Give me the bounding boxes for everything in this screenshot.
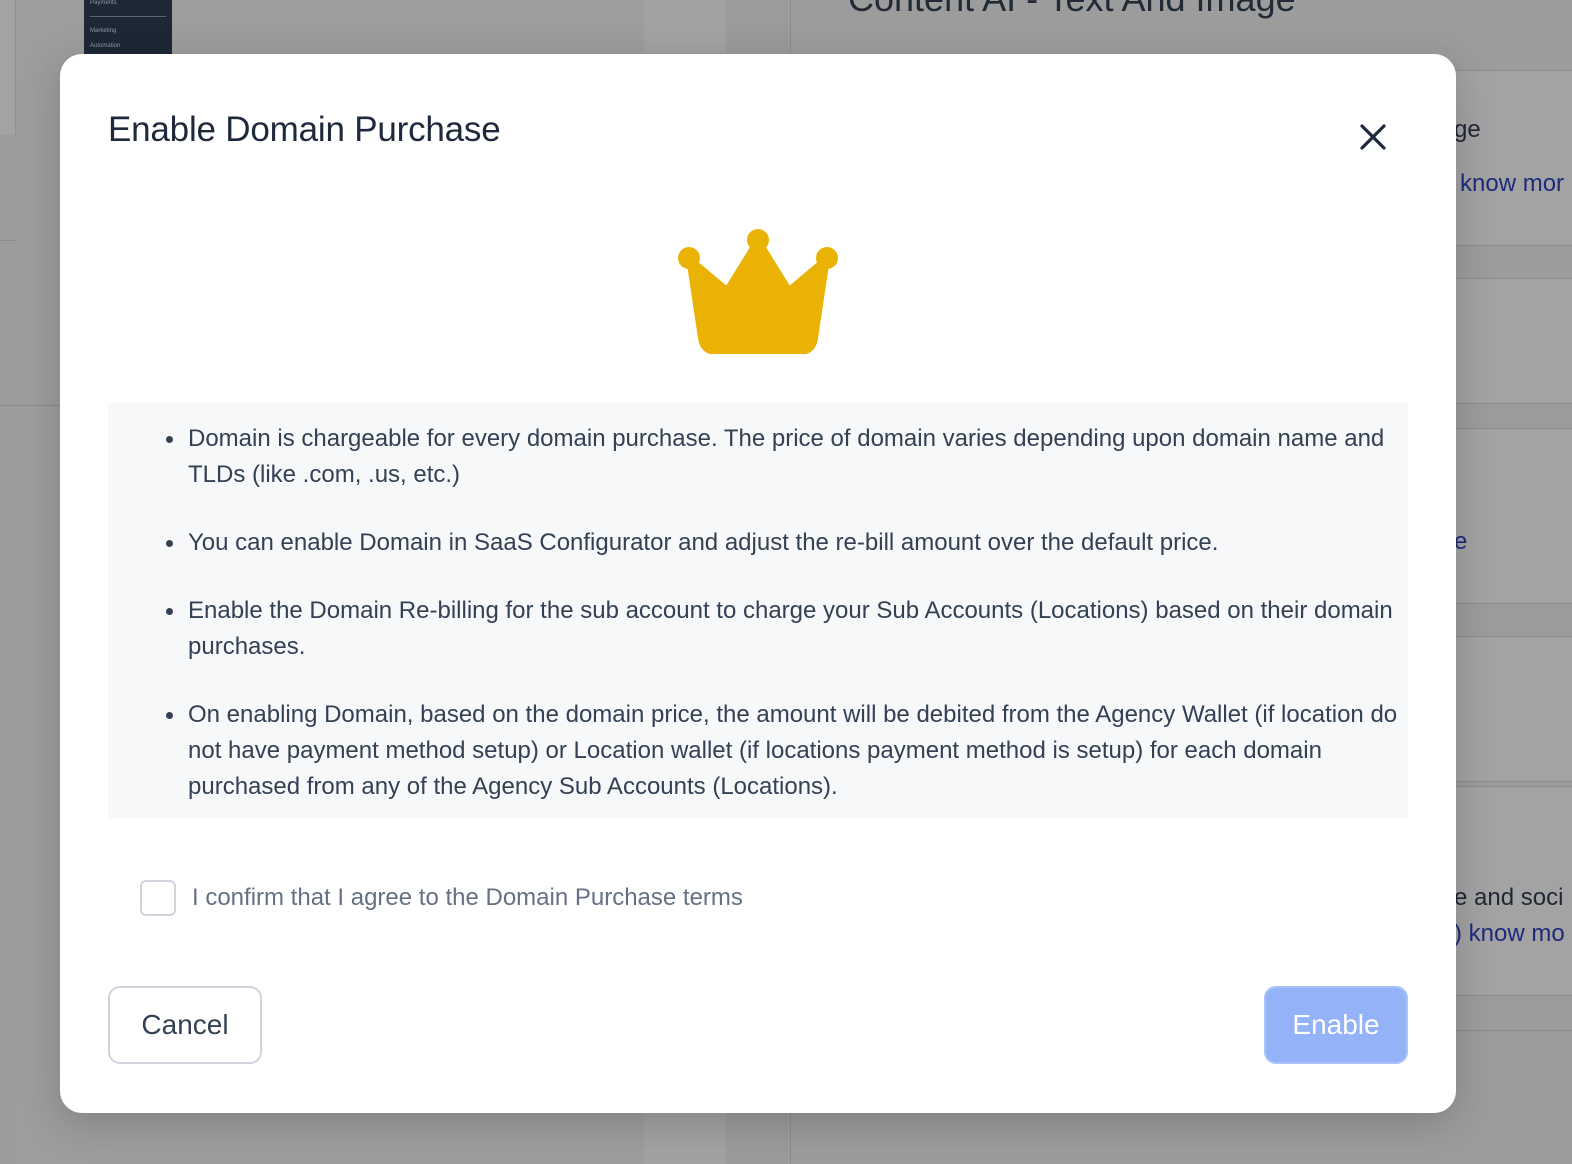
background-card (1440, 428, 1572, 604)
background-left-strip (0, 0, 16, 135)
crown-icon (678, 229, 838, 354)
close-icon (1360, 124, 1386, 150)
background-divider (0, 405, 60, 406)
close-button[interactable] (1353, 117, 1393, 157)
terms-list-item: You can enable Domain in SaaS Configurat… (166, 525, 1398, 561)
background-link: e (1454, 528, 1468, 555)
confirm-terms-label[interactable]: I confirm that I agree to the Domain Pur… (192, 884, 743, 912)
confirm-terms-row[interactable]: I confirm that I agree to the Domain Pur… (140, 880, 743, 916)
modal-title: Enable Domain Purchase (108, 110, 501, 149)
background-link: know mor (1460, 170, 1565, 197)
enable-domain-purchase-modal: Enable Domain Purchase Domain is chargea… (60, 54, 1456, 1113)
terms-list-item: Domain is chargeable for every domain pu… (166, 421, 1398, 493)
background-nav-item: Automation (90, 43, 121, 49)
enable-button[interactable]: Enable (1264, 986, 1408, 1064)
background-snippet: e and soci (1454, 884, 1564, 911)
background-divider (1440, 1030, 1572, 1031)
confirm-terms-checkbox[interactable] (140, 880, 176, 916)
background-page-title: Content AI - Text And Image (848, 0, 1296, 20)
background-sidebar: Payments Marketing Automation (84, 0, 172, 55)
background-card (1440, 636, 1572, 782)
terms-list-item: Enable the Domain Re-billing for the sub… (166, 593, 1398, 665)
terms-list-item: On enabling Domain, based on the domain … (166, 697, 1398, 805)
background-nav-item: Marketing (90, 28, 117, 34)
cancel-button[interactable]: Cancel (108, 986, 262, 1064)
background-card (1440, 278, 1572, 404)
background-nav-divider (90, 16, 166, 17)
background-card (1440, 70, 1572, 246)
terms-info-box: Domain is chargeable for every domain pu… (108, 403, 1408, 818)
background-link: ) know mo (1454, 920, 1565, 947)
background-nav-item: Payments (90, 0, 117, 6)
terms-list: Domain is chargeable for every domain pu… (166, 421, 1398, 837)
background-snippet: ge (1454, 116, 1481, 143)
background-divider (0, 240, 16, 241)
